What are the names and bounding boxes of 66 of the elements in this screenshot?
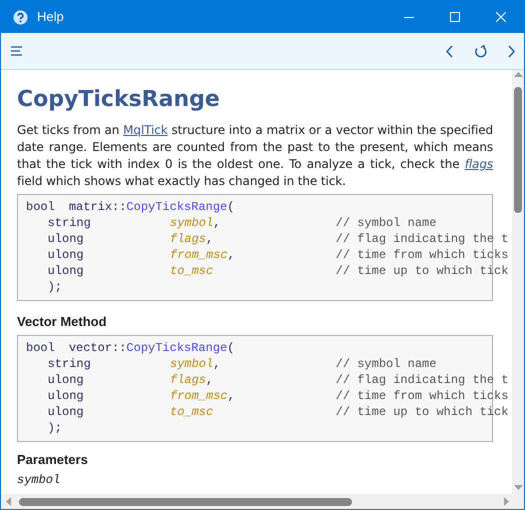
link[interactable]: flags [464, 157, 493, 171]
page-heading: CopyTicksRange [17, 87, 221, 113]
link[interactable]: MqlTick [123, 123, 168, 137]
code-type: ulong [48, 404, 84, 420]
window-title: Help [37, 8, 64, 26]
code-comment: // symbol name [336, 215, 436, 231]
code-punctuation: , [206, 231, 214, 247]
code-punctuation: , [206, 372, 214, 388]
horizontal-scrollbar[interactable] [1, 494, 524, 509]
code-punctuation: ); [48, 420, 62, 436]
code-function: CopyTicksRange [126, 340, 228, 356]
code-parameter: from_msc [170, 247, 228, 263]
code-function: CopyTicksRange [126, 199, 228, 215]
section-heading: Vector Method [17, 313, 108, 331]
code-parameter: to_msc [170, 404, 214, 420]
code-comment: // time from which ticks [336, 388, 508, 404]
menu-icon [11, 46, 23, 56]
menu-button[interactable] [11, 44, 25, 58]
vertical-scrollbar[interactable] [512, 70, 524, 494]
code-comment: // time from which ticks [336, 247, 508, 263]
code-punctuation: ); [48, 279, 62, 295]
scrollbar-thumb[interactable] [19, 498, 352, 506]
refresh-button[interactable] [472, 42, 488, 60]
code-punctuation: ( [227, 199, 234, 215]
code-punctuation: , [228, 247, 235, 263]
scroll-right-icon [504, 497, 509, 506]
code-scope: matrix:: [68, 199, 126, 215]
forward-icon [508, 44, 514, 58]
code-punctuation: , [213, 215, 220, 231]
code-punctuation: ( [227, 340, 234, 356]
code-keyword: bool [26, 340, 55, 356]
code-keyword: bool [26, 199, 55, 215]
code-type: ulong [48, 372, 84, 388]
code-comment: // time up to which tick [336, 263, 508, 279]
back-icon [446, 44, 452, 58]
scroll-up-icon [514, 72, 522, 77]
help-icon [13, 10, 28, 24]
code-type: ulong [48, 388, 84, 404]
code-comment: // symbol name [336, 356, 436, 372]
code-punctuation: , [228, 388, 235, 404]
code-parameter: from_msc [170, 388, 228, 404]
code-type: string [48, 215, 91, 231]
scroll-left-icon [6, 497, 11, 506]
code-parameter: symbol [170, 356, 214, 372]
code-comment: // flag indicating the t [336, 231, 508, 247]
close-icon [496, 12, 506, 22]
code-type: string [48, 356, 91, 372]
code-parameter: symbol [170, 215, 214, 231]
code-punctuation: , [213, 356, 220, 372]
code-comment: // flag indicating the t [336, 372, 508, 388]
description-paragraph: Get ticks from an MqlTick structure into a matrix or a vector within the specified date range. Elements are counted from the past to the present, which means that the tick with index 0 is the oldest one. To analyze a tick, check the flags field which shows what exactly has changed in the tick. [17, 122, 493, 190]
section-heading: Parameters [17, 450, 89, 468]
code-type: ulong [48, 247, 84, 263]
code-parameter: to_msc [170, 263, 214, 279]
maximize-icon [450, 12, 460, 22]
code-comment: // time up to which tick [336, 404, 508, 420]
scroll-down-icon [514, 485, 522, 490]
code-parameter: flags [170, 372, 206, 388]
scrollbar-thumb[interactable] [514, 87, 522, 213]
refresh-icon [474, 44, 486, 58]
code-type: ulong [48, 263, 84, 279]
code-parameter: flags [170, 231, 206, 247]
minimize-icon [404, 16, 414, 18]
parameter-name: symbol [17, 472, 62, 488]
code-type: ulong [48, 231, 84, 247]
code-scope: vector:: [68, 340, 126, 356]
